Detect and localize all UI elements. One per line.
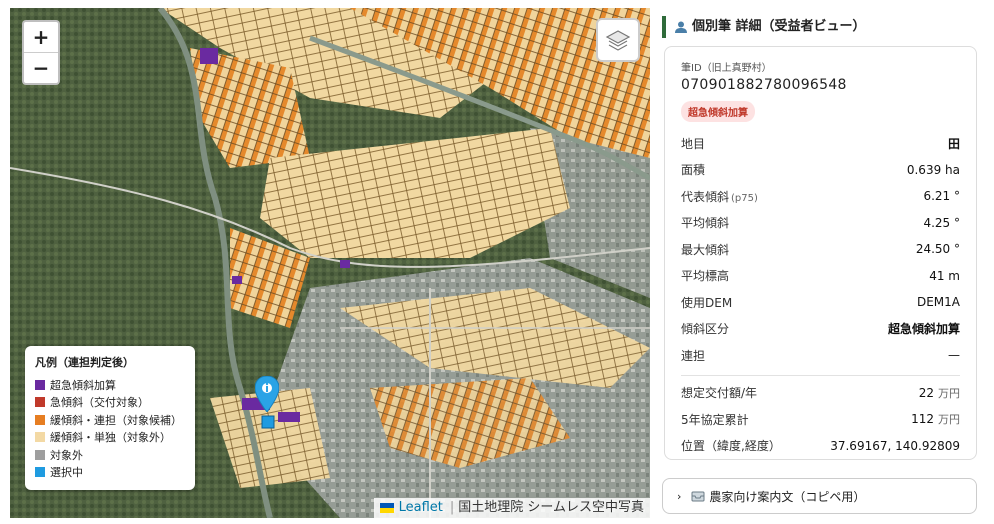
attribute-row: 地目 田 xyxy=(681,130,960,157)
attribute-key-text: 傾斜区分 xyxy=(681,322,730,337)
attribute-value: — xyxy=(948,348,960,363)
legend-label: 超急傾斜加算 xyxy=(50,378,116,392)
map-pin-icon xyxy=(254,375,280,413)
attribute-row: 使用DEM DEM1A xyxy=(681,289,960,316)
subsidy-value: 22 万円 xyxy=(919,385,960,401)
panel-title: 個別筆 詳細（受益者ビュー） xyxy=(662,16,866,38)
attribute-key: 傾斜区分 xyxy=(681,320,729,337)
section-divider xyxy=(681,374,960,376)
legend-swatch xyxy=(35,467,45,478)
inbox-icon xyxy=(691,491,705,502)
zoom-control: + − xyxy=(22,20,60,85)
legend-item: 緩傾斜・単独（対象外） xyxy=(35,429,185,447)
slope-category-badge: 超急傾斜加算 xyxy=(681,101,755,122)
attribute-key-text: 面積 xyxy=(681,163,706,178)
attribute-key: 平均傾斜 xyxy=(681,214,729,231)
subsidy-list: 想定交付額/年 22 万円 5年協定累計 112 万円位置（緯度,経度） 37.69167,… xyxy=(681,380,960,460)
attribute-value: 4.25 ° xyxy=(923,215,960,230)
legend-swatch xyxy=(35,414,45,425)
attribute-row: 最大傾斜 24.50 ° xyxy=(681,236,960,263)
attribute-value: 41 m xyxy=(929,268,960,283)
ukraine-flag-icon xyxy=(379,503,394,513)
subsidy-key: 想定交付額/年 xyxy=(681,386,758,401)
subsidy-key: 5年協定累計 xyxy=(681,412,749,427)
legend-label: 対象外 xyxy=(50,448,83,462)
attribute-value: 超急傾斜加算 xyxy=(887,322,960,337)
attribute-key-text: 使用DEM xyxy=(681,295,733,310)
attribute-key-text: 代表傾斜 xyxy=(681,189,730,204)
legend-swatch xyxy=(35,397,45,408)
attribute-value: 田 xyxy=(947,136,960,151)
map-attribution: Leaflet | 国土地理院 シームレス空中写真 xyxy=(373,498,650,518)
legend-list: 超急傾斜加算急傾斜（交付対象） 緩傾斜・連担（対象候補） 緩傾斜・単独（対象外） 対象… xyxy=(35,376,185,481)
legend-item: 急傾斜（交付対象） xyxy=(35,394,185,412)
subsidy-value: 37.69167, 140.92809 xyxy=(830,439,960,453)
zoom-out-button[interactable]: − xyxy=(24,52,58,83)
legend-label: 緩傾斜・連担（対象候補） xyxy=(50,413,182,427)
layers-icon xyxy=(605,30,631,51)
zoom-in-button[interactable]: + xyxy=(24,22,58,52)
attribution-separator: | xyxy=(449,500,455,515)
legend-label: 選択中 xyxy=(50,466,83,480)
subsidy-row: 想定交付額/年 22 万円 xyxy=(681,380,960,407)
attribute-key: 使用DEM xyxy=(681,294,732,311)
subsidy-number: 112 xyxy=(911,412,934,427)
legend-swatch xyxy=(35,449,45,460)
attribute-key: 平均標高 xyxy=(681,267,729,284)
attribute-value: 24.50 ° xyxy=(915,242,960,257)
subsidy-row: 位置（緯度,経度） 37.69167, 140.92809 xyxy=(681,433,960,460)
attribute-row: 連担 — xyxy=(681,342,960,369)
attribute-row: 傾斜区分 超急傾斜加算 xyxy=(681,316,960,343)
attribute-key: 連担 xyxy=(681,347,705,364)
attribute-list: 地目 田面積 0.639 ha 代表傾斜 (p75) 6.21 ° 平均傾斜 4.25 ° 最大… xyxy=(681,130,960,369)
subsidy-number: 37.69167, 140.92809 xyxy=(830,438,960,453)
attribute-key-text: 平均傾斜 xyxy=(681,216,730,231)
leaflet-link[interactable]: Leaflet xyxy=(399,498,443,518)
farmer-guide-toggle[interactable]: › 農家向け案内文（コピペ用） xyxy=(662,478,977,514)
layers-button[interactable] xyxy=(596,18,640,62)
attribute-key: 代表傾斜 (p75) xyxy=(681,188,758,205)
subsidy-number: 22 xyxy=(918,385,934,400)
map-legend: 凡例（連担判定後） 超急傾斜加算急傾斜（交付対象） 緩傾斜・連担（対象候補） 緩傾斜… xyxy=(25,346,195,490)
attribute-row: 面積 0.639 ha xyxy=(681,157,960,184)
attribute-key-text: 連担 xyxy=(681,348,706,363)
attribute-key-text: 最大傾斜 xyxy=(681,242,730,257)
subsidy-value: 112 万円 xyxy=(911,411,960,427)
panel-title-text: 個別筆 詳細（受益者ビュー） xyxy=(692,19,866,34)
legend-label: 急傾斜（交付対象） xyxy=(50,396,149,410)
subsidy-unit: 万円 xyxy=(938,413,960,427)
chevron-right-icon: › xyxy=(677,489,682,503)
legend-item: 超急傾斜加算 xyxy=(35,376,185,394)
subsidy-row: 5年協定累計 112 万円 xyxy=(681,406,960,433)
attribute-value: 6.21 ° xyxy=(923,189,960,204)
user-icon xyxy=(675,21,687,33)
parcel-id-value: 070901882780096548 xyxy=(681,77,847,93)
attribute-value: 0.639 ha xyxy=(906,162,960,177)
parcel-id-label: 筆ID（旧上真野村） xyxy=(681,63,772,74)
attribute-key-text: 地目 xyxy=(681,136,706,151)
map-view[interactable]: + − 凡例（連担判定後） 超急傾斜加算急傾斜（交付対象） 緩傾斜・連担（対象候補… xyxy=(10,8,650,518)
attribution-source: 国土地理院 シームレス空中写真 xyxy=(458,500,644,515)
attribute-value: DEM1A xyxy=(916,295,960,310)
legend-item: 対象外 xyxy=(35,446,185,464)
legend-swatch xyxy=(35,432,45,443)
legend-item: 緩傾斜・連担（対象候補） xyxy=(35,411,185,429)
attribute-key-text: 平均標高 xyxy=(681,269,730,284)
legend-label: 緩傾斜・単独（対象外） xyxy=(50,431,171,445)
subsidy-key: 位置（緯度,経度） xyxy=(681,439,781,454)
parcel-detail-card: 筆ID（旧上真野村） 070901882780096548 超急傾斜加算 地目 田… xyxy=(664,46,977,460)
attribute-key: 最大傾斜 xyxy=(681,241,729,258)
legend-item: 選択中 xyxy=(35,464,185,482)
attribute-key: 地目 xyxy=(681,135,705,152)
attribute-row: 代表傾斜 (p75) 6.21 ° xyxy=(681,183,960,210)
attribute-key: 面積 xyxy=(681,161,705,178)
attribute-row: 平均標高 41 m xyxy=(681,263,960,290)
subsidy-unit: 万円 xyxy=(938,386,960,400)
selected-location-marker[interactable] xyxy=(254,375,280,416)
farmer-guide-label: 農家向け案内文（コピペ用） xyxy=(709,489,866,504)
legend-title: 凡例（連担判定後） xyxy=(35,356,134,369)
attribute-key-note: (p75) xyxy=(731,192,758,204)
attribute-row: 平均傾斜 4.25 ° xyxy=(681,210,960,237)
legend-swatch xyxy=(35,379,45,390)
